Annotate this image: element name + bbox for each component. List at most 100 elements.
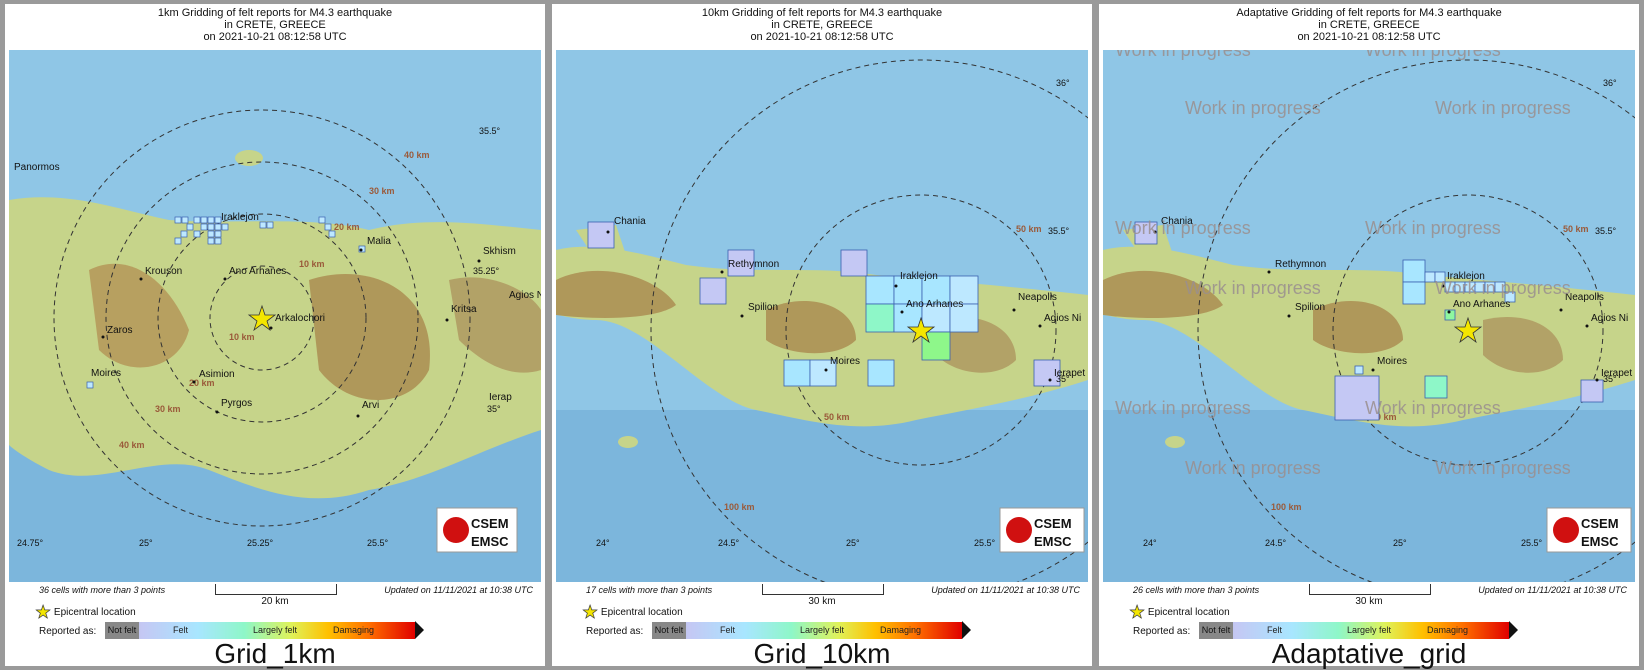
lon-tick: 24° xyxy=(596,538,610,548)
lon-tick: 25.5° xyxy=(1521,538,1543,548)
panel-grid-1km: 1km Gridding of felt reports for M4.3 ea… xyxy=(5,4,545,669)
svg-text:Work in progress: Work in progress xyxy=(1365,218,1501,238)
place-label: Moires xyxy=(91,368,121,379)
lon-tick: 24.75° xyxy=(17,538,44,548)
ring-label: 30 km xyxy=(369,186,395,196)
updated-text: Updated on 11/11/2021 at 10:38 UTC xyxy=(931,585,1080,595)
svg-text:Work in progress: Work in progress xyxy=(1185,98,1321,118)
lat-tick: 35.5° xyxy=(479,126,501,136)
lat-tick: 35° xyxy=(1603,374,1617,384)
place-label: Skhism xyxy=(483,246,516,257)
lon-tick: 25.25° xyxy=(247,538,274,548)
ring-label: 40 km xyxy=(404,150,430,160)
map-title: Adaptative Gridding of felt reports for … xyxy=(1236,7,1502,43)
legend-arrow-icon xyxy=(962,621,971,639)
place-label: Arkalochori xyxy=(275,313,325,324)
star-icon: ★ xyxy=(35,602,52,623)
ring-label: 40 km xyxy=(119,440,145,450)
place-label: Rethymnon xyxy=(1275,259,1326,270)
place-label: Ano Arhanes xyxy=(229,266,286,277)
place-label: Zaros xyxy=(107,325,133,336)
place-label: Iraklejon xyxy=(900,271,938,282)
cells-count: 26 cells with more than 3 points xyxy=(1133,585,1260,595)
map-view[interactable]: 50 km 50 km 100 km Chania Rethymnon Spil… xyxy=(1103,50,1635,582)
place-label: Panormos xyxy=(14,162,60,173)
lat-tick: 35.25° xyxy=(473,266,500,276)
updated-text: Updated on 11/11/2021 at 10:38 UTC xyxy=(384,585,533,595)
reported-as-label: Reported as: xyxy=(1133,626,1191,637)
epicentral-legend: ★ Epicentral location xyxy=(582,602,683,623)
place-label: Chania xyxy=(614,216,646,227)
place-label: Asimion xyxy=(199,369,235,380)
panel-caption: Grid_10km xyxy=(753,638,891,669)
ring-label: 50 km xyxy=(1016,224,1042,234)
svg-text:Work in progress: Work in progress xyxy=(1115,218,1251,238)
place-label: Ierap xyxy=(489,392,512,403)
intensity-legend-bar: Not felt Felt Largely felt Damaging xyxy=(1199,622,1509,639)
scale-bar xyxy=(762,584,884,595)
place-label: Spilion xyxy=(748,302,778,313)
svg-text:Work in progress: Work in progress xyxy=(1115,398,1251,418)
ring-label: 30 km xyxy=(155,404,181,414)
svg-text:Work in progress: Work in progress xyxy=(1115,50,1251,60)
lon-tick: 25.5° xyxy=(367,538,389,548)
svg-text:CSEM: CSEM xyxy=(1034,516,1072,531)
svg-text:CSEM: CSEM xyxy=(1581,516,1619,531)
intensity-legend-bar: Not felt Felt Largely felt Damaging xyxy=(652,622,962,639)
star-icon: ★ xyxy=(582,602,599,623)
lat-tick: 36° xyxy=(1603,78,1617,88)
place-label: Krouson xyxy=(145,266,182,277)
scale-bar xyxy=(215,584,337,595)
intensity-legend-bar: Not felt Felt Largely felt Damaging xyxy=(105,622,415,639)
lat-tick: 35.5° xyxy=(1595,226,1617,236)
place-label: Moires xyxy=(830,356,860,367)
lon-tick: 24° xyxy=(1143,538,1157,548)
place-label: Neapolis xyxy=(1565,292,1604,303)
svg-text:CSEM: CSEM xyxy=(471,516,509,531)
place-label: Iraklejon xyxy=(221,212,259,223)
panel-caption: Adaptative_grid xyxy=(1271,638,1467,669)
map-title: 10km Gridding of felt reports for M4.3 e… xyxy=(701,7,943,43)
map-title: 1km Gridding of felt reports for M4.3 ea… xyxy=(157,7,393,43)
lon-tick: 25.5° xyxy=(974,538,996,548)
lon-tick: 24.5° xyxy=(1265,538,1287,548)
lat-tick: 36° xyxy=(1056,78,1070,88)
ring-label: 20 km xyxy=(334,222,360,232)
ring-label: 100 km xyxy=(1271,502,1302,512)
place-label: Spilion xyxy=(1295,302,1325,313)
ring-label: 50 km xyxy=(824,412,850,422)
svg-text:EMSC: EMSC xyxy=(1034,534,1072,549)
place-label: Arvi xyxy=(362,400,379,411)
lon-tick: 25° xyxy=(139,538,153,548)
csem-emsc-logo: CSEM EMSC xyxy=(436,507,518,553)
cells-count: 36 cells with more than 3 points xyxy=(39,585,166,595)
epicentral-legend: ★ Epicentral location xyxy=(35,602,136,623)
legend-arrow-icon xyxy=(1509,621,1518,639)
scale-label: 30 km xyxy=(1355,596,1383,607)
panel-grid-10km: 10km Gridding of felt reports for M4.3 e… xyxy=(552,4,1092,669)
svg-text:Work in progress: Work in progress xyxy=(1185,278,1321,298)
place-label: Agios Ni xyxy=(1591,313,1628,324)
reported-as-label: Reported as: xyxy=(39,626,97,637)
place-label: Rethymnon xyxy=(728,259,779,270)
map-view[interactable]: 50 km 50 km 100 km Chania Rethymnon Spil… xyxy=(556,50,1088,582)
star-icon: ★ xyxy=(1129,602,1146,623)
ring-label: 50 km xyxy=(1563,224,1589,234)
place-label: Kritsa xyxy=(451,304,477,315)
place-label: Malia xyxy=(367,236,391,247)
svg-text:Work in progress: Work in progress xyxy=(1185,458,1321,478)
legend-arrow-icon xyxy=(415,621,424,639)
svg-text:EMSC: EMSC xyxy=(1581,534,1619,549)
lat-tick: 35.5° xyxy=(1048,226,1070,236)
ring-label: 10 km xyxy=(299,259,325,269)
reported-as-label: Reported as: xyxy=(586,626,644,637)
map-view[interactable]: 10 km 20 km 30 km 40 km 10 km 20 km 30 k… xyxy=(9,50,541,582)
place-label: Ano Arhanes xyxy=(1453,299,1510,310)
lon-tick: 25° xyxy=(846,538,860,548)
place-label: Pyrgos xyxy=(221,398,252,409)
svg-text:Work in progress: Work in progress xyxy=(1435,278,1571,298)
scale-bar xyxy=(1309,584,1431,595)
place-label: Ano Arhanes xyxy=(906,299,963,310)
ring-label: 10 km xyxy=(229,332,255,342)
svg-text:Work in progress: Work in progress xyxy=(1365,398,1501,418)
